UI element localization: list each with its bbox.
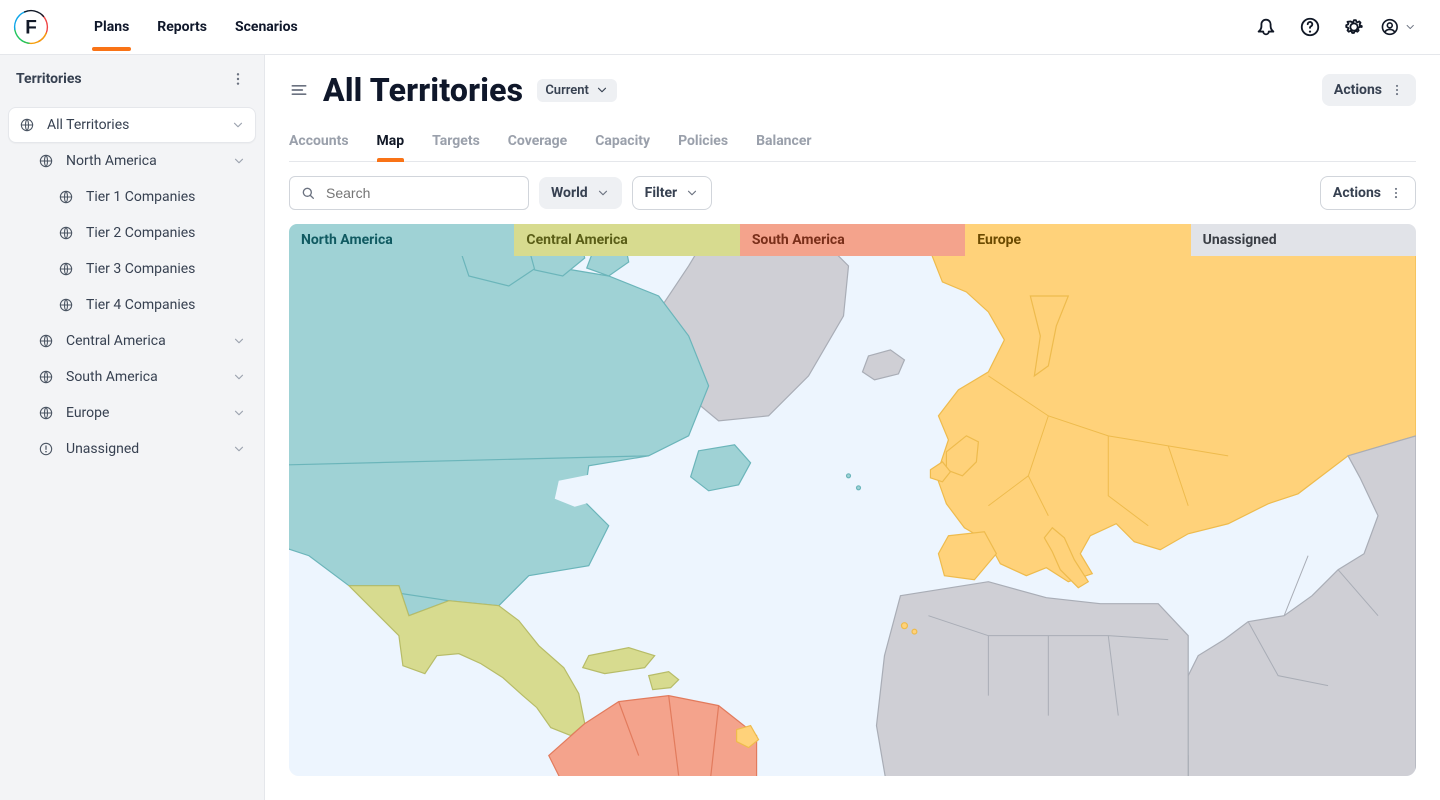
globe-icon [56, 187, 76, 207]
region-scope-label: World [551, 185, 588, 201]
chevron-down-icon [595, 83, 609, 97]
alert-icon [36, 439, 56, 459]
tree-node[interactable]: Tier 4 Companies [8, 287, 256, 323]
globe-icon [36, 403, 56, 423]
tree-node-label: All Territories [47, 117, 229, 133]
globe-icon [36, 367, 56, 387]
chevron-down-icon [230, 440, 248, 458]
chevron-down-icon [230, 152, 248, 170]
tree-node[interactable]: Tier 1 Companies [8, 179, 256, 215]
tree-node-label: Unassigned [66, 441, 230, 457]
globe-icon [56, 295, 76, 315]
tree-node[interactable]: Unassigned [8, 431, 256, 467]
region-strip: North AmericaCentral AmericaSouth Americ… [289, 224, 1416, 256]
search-field[interactable] [289, 176, 529, 210]
sidebar-title: Territories [16, 71, 82, 87]
scope-selector[interactable]: Current [537, 79, 617, 102]
tab-targets[interactable]: Targets [432, 123, 480, 161]
tree-node-label: Tier 2 Companies [86, 225, 248, 241]
region-header-sa[interactable]: South America [740, 224, 965, 256]
map-actions-label: Actions [1333, 185, 1381, 201]
tree-node-label: Europe [66, 405, 230, 421]
notifications-button[interactable] [1244, 5, 1288, 49]
kebab-icon [1390, 83, 1404, 97]
region-header-na[interactable]: North America [289, 224, 514, 256]
sidebar-menu-button[interactable] [224, 65, 252, 93]
top-nav: F PlansReportsScenarios [0, 0, 1440, 55]
globe-icon [17, 115, 37, 135]
page-title: All Territories [323, 71, 523, 109]
region-header-un[interactable]: Unassigned [1191, 224, 1416, 256]
nav-item-scenarios[interactable]: Scenarios [221, 0, 312, 55]
tab-coverage[interactable]: Coverage [508, 123, 567, 161]
toggle-sidebar-button[interactable] [289, 80, 309, 100]
tree-node-label: Tier 3 Companies [86, 261, 248, 277]
nav-item-reports[interactable]: Reports [143, 0, 221, 55]
search-input[interactable] [324, 184, 518, 202]
chevron-down-icon [230, 368, 248, 386]
tree-node[interactable]: South America [8, 359, 256, 395]
globe-icon [36, 151, 56, 171]
nav-item-plans[interactable]: Plans [80, 0, 143, 55]
tree-node-label: Tier 1 Companies [86, 189, 248, 205]
chevron-down-icon [230, 332, 248, 350]
tree-node[interactable]: Tier 2 Companies [8, 215, 256, 251]
region-scope-button[interactable]: World [539, 177, 622, 209]
svg-text:F: F [25, 18, 37, 39]
tab-map[interactable]: Map [377, 123, 405, 161]
app-logo: F [12, 8, 50, 46]
nav-items: PlansReportsScenarios [80, 0, 312, 55]
globe-icon [56, 259, 76, 279]
scope-label: Current [545, 83, 589, 98]
filter-button[interactable]: Filter [632, 176, 713, 210]
page-header: All Territories Current Actions [289, 63, 1416, 109]
tree-node[interactable]: Europe [8, 395, 256, 431]
kebab-icon [1389, 186, 1403, 200]
tree-node-label: Tier 4 Companies [86, 297, 248, 313]
tree-node-label: Central America [66, 333, 230, 349]
page-actions-label: Actions [1334, 82, 1382, 98]
search-icon [300, 185, 316, 201]
tab-policies[interactable]: Policies [678, 123, 728, 161]
tree-node-label: South America [66, 369, 230, 385]
chevron-down-icon [229, 116, 247, 134]
tree-node[interactable]: Tier 3 Companies [8, 251, 256, 287]
chevron-down-icon [596, 186, 610, 200]
tree-node-label: North America [66, 153, 230, 169]
map-toolbar: World Filter Actions [289, 162, 1416, 224]
territory-tree: All Territories North America Tier 1 Compa… [0, 103, 264, 471]
globe-icon [56, 223, 76, 243]
settings-button[interactable] [1332, 5, 1376, 49]
tab-accounts[interactable]: Accounts [289, 123, 349, 161]
map-actions-button[interactable]: Actions [1320, 176, 1416, 210]
help-button[interactable] [1288, 5, 1332, 49]
chevron-down-icon [230, 404, 248, 422]
tree-node[interactable]: North America [8, 143, 256, 179]
region-header-eu[interactable]: Europe [965, 224, 1190, 256]
page-actions-button[interactable]: Actions [1322, 74, 1416, 106]
sidebar: Territories All Territories North America… [0, 55, 265, 800]
sidebar-header: Territories [0, 55, 264, 103]
region-header-ca[interactable]: Central America [514, 224, 739, 256]
globe-icon [36, 331, 56, 351]
world-map[interactable] [289, 256, 1416, 776]
tree-node[interactable]: All Territories [8, 107, 256, 143]
chevron-down-icon [685, 186, 699, 200]
filter-label: Filter [645, 185, 678, 201]
account-menu-button[interactable] [1376, 5, 1420, 49]
tab-balancer[interactable]: Balancer [756, 123, 811, 161]
tab-capacity[interactable]: Capacity [595, 123, 650, 161]
tree-node[interactable]: Central America [8, 323, 256, 359]
tabs: Accounts Map Targets Coverage Capacity Polici… [289, 123, 1416, 162]
main: All Territories Current Actions Accounts… [265, 55, 1440, 800]
